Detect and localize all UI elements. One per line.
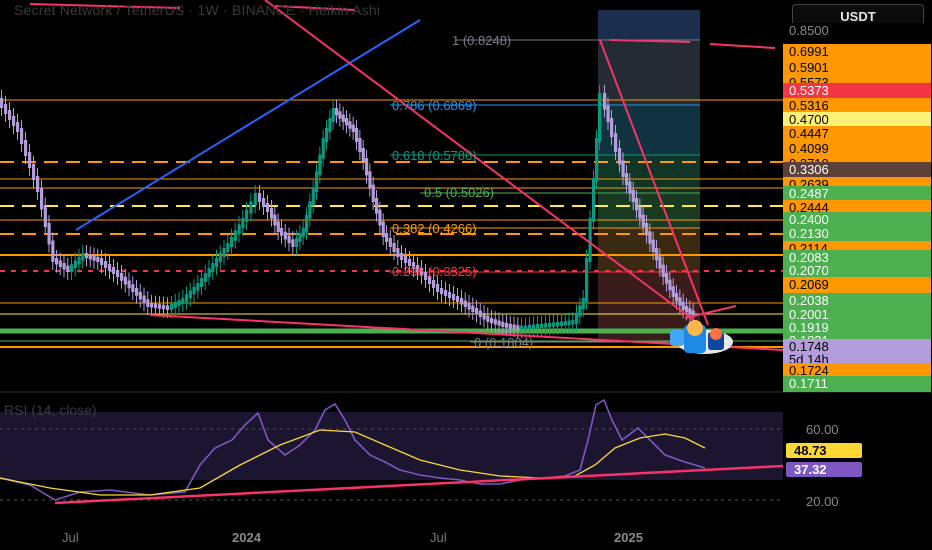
fib-label-1: 1 (0.8248) [452,33,511,48]
fib-label-0618: 0.618 (0.5786) [392,148,477,163]
x-axis-label-2024: 2024 [232,530,261,545]
rsi-value-badge: 37.32 [786,462,862,477]
x-axis-label-2025: 2025 [614,530,643,545]
price-axis-label: 0.3306 [783,162,931,178]
price-axis-label: 0.2069 [783,277,931,293]
price-axis-label-text: 0.1711 [789,376,828,391]
price-axis-label-text: 0.3306 [789,162,829,177]
price-axis-label-text: 0.2130 [789,226,829,241]
fib-zone-3 [598,155,700,193]
tradingview-chart-window: 1 (0.8248) 0.786 (0.6869) 0.618 (0.5786)… [0,0,932,550]
price-axis-label: 0.1711 [783,376,931,392]
price-axis-tick: 0.8500 [783,23,931,39]
price-axis-label: 0.4099 [783,141,931,157]
fib-label-0786: 0.786 (0.6869) [392,98,477,113]
fib-zone-2 [598,105,700,155]
price-axis-label-text: 0.4099 [789,141,829,156]
price-axis-label-text: 0.2069 [789,277,829,292]
rsi-axis-20: 20.00 [806,494,839,509]
price-axis-label: 0.2130 [783,226,931,242]
fib-label-0382: 0.382 (0.4266) [392,221,477,236]
fib-zone-top [598,10,700,40]
price-axis-label-text: 0.5373 [789,83,829,98]
price-axis-label-text: 0.4447 [789,126,829,141]
fib-label-0236: 0.236 (0.3325) [392,264,477,279]
price-axis-label: 0.5901 [783,60,931,76]
price-axis-label: 0.6991 [783,44,931,60]
price-axis-label-text: 0.6991 [789,44,829,59]
price-axis-label: 0.5373 [783,83,931,99]
price-axis-label: 0.4447 [783,126,931,142]
rsi-axis-60: 60.00 [806,422,839,437]
heikin-ashi-candles [0,85,695,338]
fib-label-05: 0.5 (0.5026) [424,185,494,200]
x-axis-label-jul-2024: Jul [430,530,447,545]
x-axis-label-jul-2023: Jul [62,530,79,545]
rsi-ma-value-badge: 48.73 [786,443,862,458]
symbol-title[interactable]: Secret Network / TetherUS · 1W · BINANCE… [14,2,380,18]
rsi-pane [0,398,784,505]
fib-label-0: 0 (0.1804) [474,335,533,350]
fib-zone-4 [598,193,700,228]
price-axis-label-text: 0.5901 [789,60,829,75]
rsi-indicator-title[interactable]: RSI (14, close) [4,402,97,418]
